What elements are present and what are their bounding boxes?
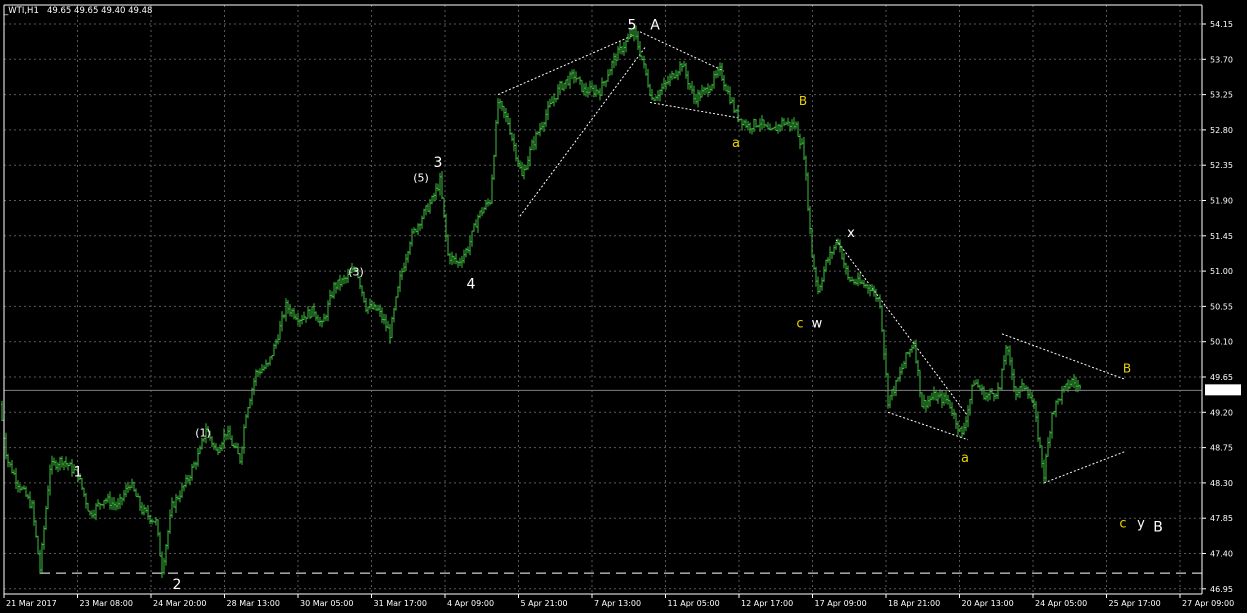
price-tag-value: 49.48 (1208, 386, 1231, 395)
symbol-label: _WTI,H1 (3, 6, 39, 16)
x-tick-label: 11 Apr 05:00 (668, 599, 720, 608)
price-chart[interactable]: 12(1)(3)(5)345 AaBc wxaBc y B 54.1553.7053.2… (0, 0, 1247, 613)
wave-label: 2 (173, 577, 182, 593)
y-tick-label: 49.20 (1210, 408, 1233, 417)
x-tick-label: 30 Mar 05:00 (300, 599, 353, 608)
y-tick-label: 52.80 (1210, 126, 1233, 135)
x-tick-label: 24 Apr 05:00 (1035, 599, 1087, 608)
x-tick-label: 21 Mar 2017 (6, 599, 57, 608)
wave-label: a (732, 136, 740, 151)
x-tick-label: 31 Mar 17:00 (374, 599, 427, 608)
wave-label: (5) (413, 171, 429, 184)
wave-label: c (796, 316, 803, 331)
x-tick-label: 17 Apr 09:00 (815, 599, 867, 608)
x-tick-label: 25 Apr 17:00 (1109, 599, 1161, 608)
y-tick-label: 51.45 (1210, 232, 1233, 241)
wave-label: x (847, 226, 855, 241)
current-price-tag: 49.48 (1205, 384, 1241, 396)
x-tick-label: 24 Mar 20:00 (153, 599, 206, 608)
wave-label: B (1153, 520, 1163, 536)
wave-label: (3) (348, 266, 364, 279)
x-tick-label: 7 Apr 13:00 (594, 599, 641, 608)
y-tick-label: 48.75 (1210, 444, 1233, 453)
x-tick-label: 27 Apr 09:00 (1182, 599, 1234, 608)
y-tick-label: 48.30 (1210, 479, 1233, 488)
x-tick-label: 18 Apr 21:00 (888, 599, 940, 608)
y-tick-label: 46.95 (1210, 585, 1233, 594)
y-tick-label: 47.40 (1210, 550, 1233, 559)
ohlc-values: 49.65 49.65 49.40 49.48 (47, 6, 152, 16)
y-tick-label: 51.90 (1210, 197, 1233, 206)
wave-label: A (650, 18, 660, 34)
x-tick-label: 28 Mar 13:00 (227, 599, 280, 608)
wave-label: 1 (74, 465, 83, 481)
y-tick-label: 53.70 (1210, 55, 1233, 64)
y-tick-label: 51.00 (1210, 267, 1233, 276)
wave-label: B (799, 94, 807, 108)
y-tick-label: 52.35 (1210, 161, 1233, 170)
x-tick-label: 5 Apr 21:00 (521, 599, 568, 608)
x-tick-label: 23 Mar 08:00 (80, 599, 133, 608)
wave-label: w (812, 316, 823, 331)
x-tick-label: 4 Apr 09:00 (447, 599, 494, 608)
wave-label: y (1137, 516, 1145, 531)
wave-label: 5 (628, 18, 637, 34)
y-tick-label: 49.65 (1210, 373, 1233, 382)
wave-label: a (961, 451, 969, 466)
y-tick-label: 50.10 (1210, 338, 1233, 347)
wave-label: 4 (467, 276, 476, 292)
y-tick-label: 54.15 (1210, 20, 1233, 29)
x-tick-label: 20 Apr 13:00 (962, 599, 1014, 608)
y-tick-label: 53.25 (1210, 91, 1233, 100)
wave-label: 3 (434, 155, 443, 171)
wave-label: (1) (195, 426, 211, 439)
y-tick-label: 50.55 (1210, 302, 1233, 311)
x-tick-label: 12 Apr 17:00 (741, 599, 793, 608)
wave-label: c (1119, 516, 1126, 531)
wave-label: B (1123, 361, 1131, 375)
y-tick-label: 47.85 (1210, 514, 1233, 523)
